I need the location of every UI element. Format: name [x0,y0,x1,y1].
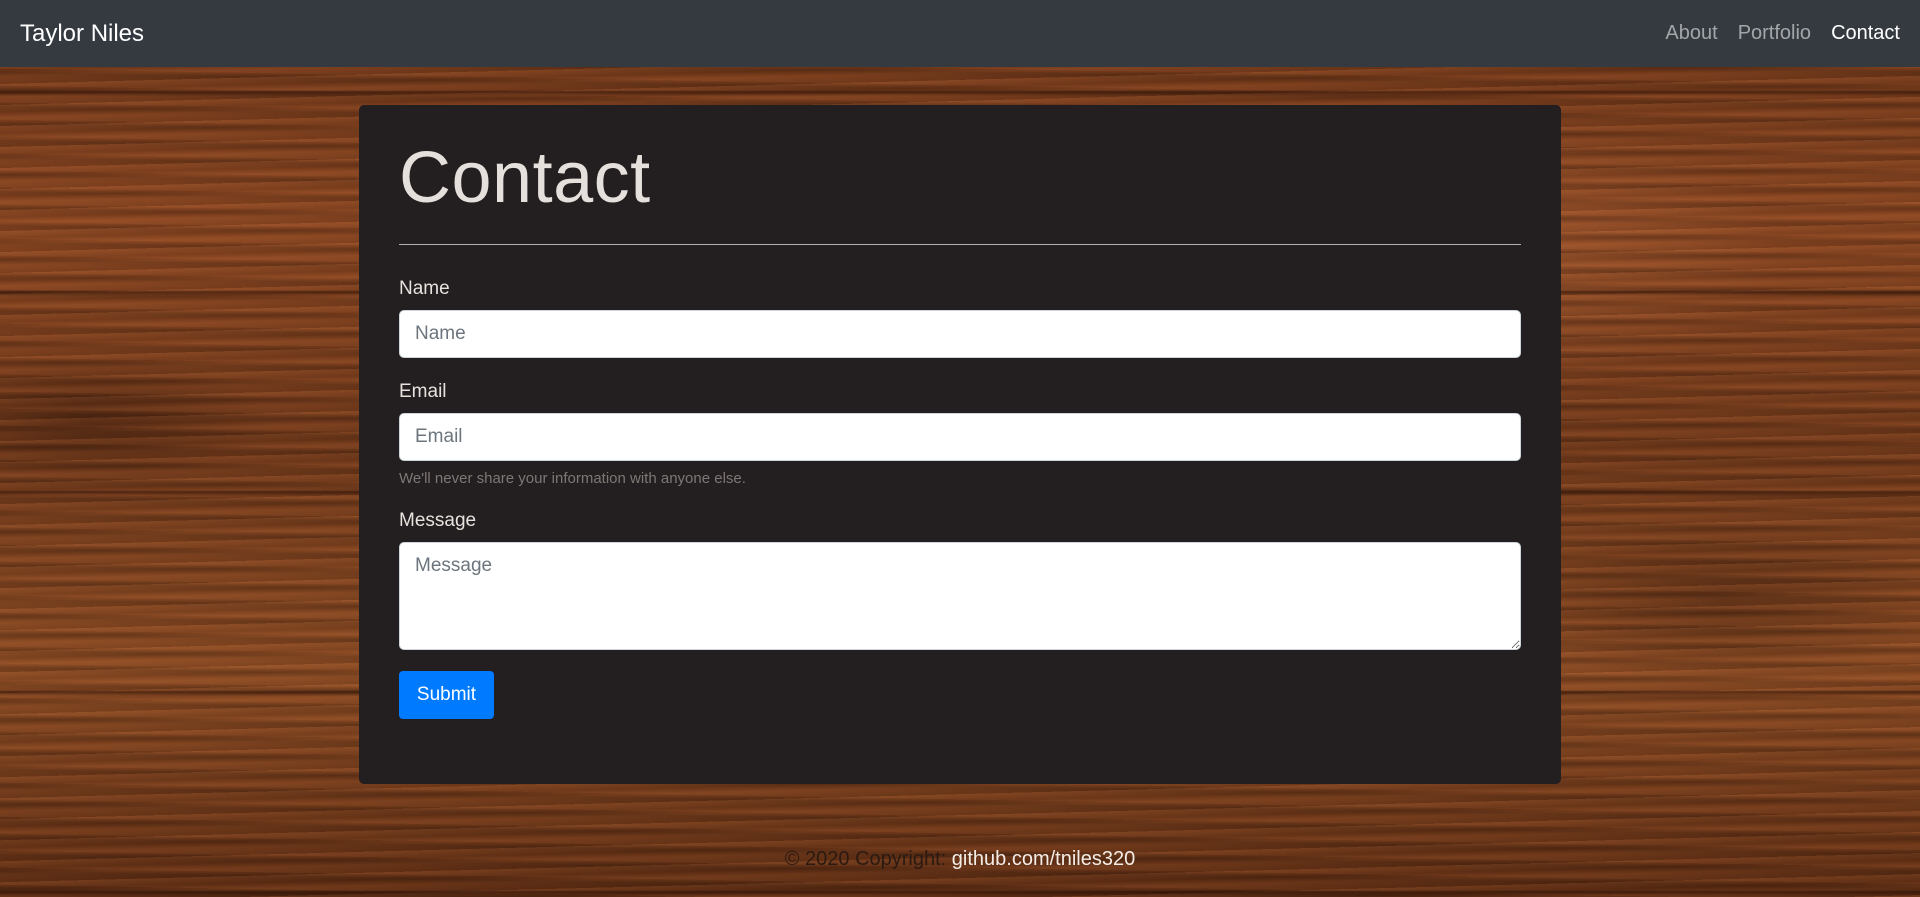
page-title: Contact [399,138,651,218]
title-divider [399,244,1521,246]
nav-links: About Portfolio Contact [1665,22,1900,45]
name-input[interactable] [399,310,1521,359]
message-group: Message [399,510,1521,651]
message-label: Message [399,510,477,532]
nav-link-contact[interactable]: Contact [1831,22,1900,45]
footer-github-link[interactable]: github.com/tniles320 [952,848,1135,870]
top-navbar: Taylor Niles About Portfolio Contact [0,0,1920,67]
brand-name[interactable]: Taylor Niles [20,20,144,48]
contact-card: Contact Name Email We'll never share you… [359,105,1561,784]
email-help-text: We'll never share your information with … [399,470,746,488]
footer-copyright: © 2020 Copyright: [784,848,947,870]
nav-link-portfolio[interactable]: Portfolio [1738,22,1811,45]
email-label: Email [399,381,447,403]
nav-link-about[interactable]: About [1665,22,1717,45]
email-group: Email We'll never share your information… [399,381,1521,487]
name-group: Name [399,278,1521,359]
name-label: Name [399,278,450,300]
email-input[interactable] [399,413,1521,462]
submit-button[interactable]: Submit [399,671,494,720]
message-textarea[interactable] [399,542,1521,651]
footer: © 2020 Copyright: github.com/tniles320 [0,848,1920,871]
